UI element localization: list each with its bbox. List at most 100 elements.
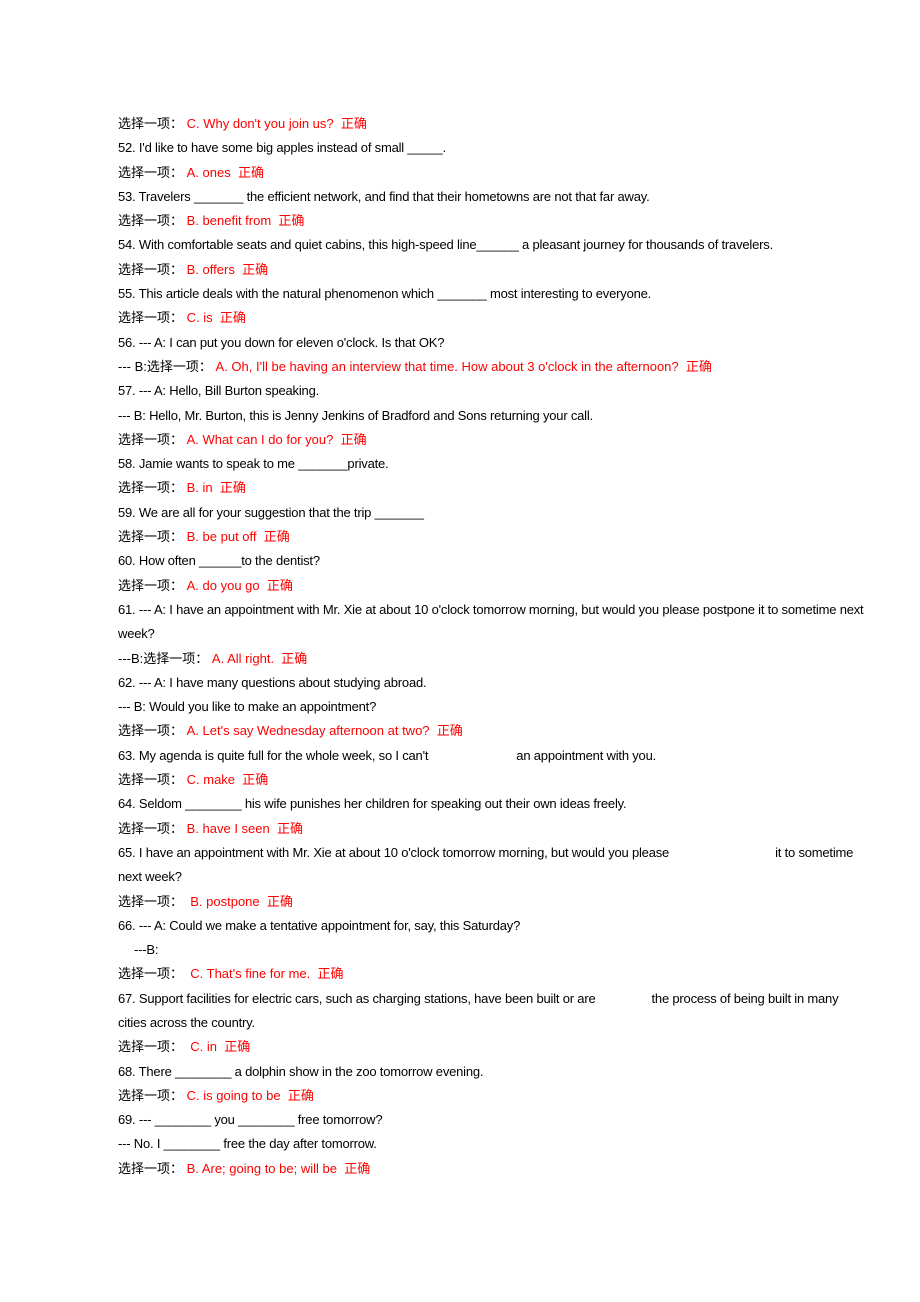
question-text: 64. Seldom ________ his wife punishes he… xyxy=(118,796,627,812)
choice-label: 选择一项： xyxy=(118,116,184,131)
question-text-before: 67. Support facilities for electric cars… xyxy=(118,990,596,1006)
choice-label: 选择一项： xyxy=(146,358,212,374)
answer-57: 选择一项： A. What can I do for you? 正确 xyxy=(118,428,870,452)
correct-mark: 正确 xyxy=(219,310,246,326)
correct-mark: 正确 xyxy=(436,723,463,739)
question-60: 60. How often ______to the dentist? xyxy=(118,549,870,573)
choice-label: 选择一项： xyxy=(118,431,184,447)
selected-answer: B. offers xyxy=(186,261,235,277)
answer-63: 选择一项： C. make 正确 xyxy=(118,768,870,792)
question-text: --- B: Hello, Mr. Burton, this is Jenny … xyxy=(118,407,593,423)
correct-mark: 正确 xyxy=(317,966,344,982)
selected-answer: B. in xyxy=(186,480,213,496)
correct-mark: 正确 xyxy=(224,1039,251,1055)
choice-label: 选择一项： xyxy=(118,261,184,277)
question-54: 54. With comfortable seats and quiet cab… xyxy=(118,233,870,257)
choice-label: 选择一项： xyxy=(118,310,184,326)
choice-label: 选择一项： xyxy=(118,577,184,593)
question-text: 52. I'd like to have some big apples ins… xyxy=(118,140,446,156)
selected-answer: B. benefit from xyxy=(186,213,272,229)
question-text-before: 63. My agenda is quite full for the whol… xyxy=(118,747,429,763)
correct-mark: 正确 xyxy=(219,480,246,496)
selected-answer: A. Oh, I'll be having an interview that … xyxy=(215,358,679,374)
selected-answer: A. Let's say Wednesday afternoon at two? xyxy=(186,723,430,739)
answer-65: 选择一项： B. postpone 正确 xyxy=(118,890,870,914)
selected-answer: A. do you go xyxy=(186,577,260,593)
correct-mark: 正确 xyxy=(277,820,304,836)
answer-66: 选择一项： C. That's fine for me. 正确 xyxy=(118,962,870,986)
selected-answer: C. That's fine for me. xyxy=(190,966,311,982)
question-58: 58. Jamie wants to speak to me _______pr… xyxy=(118,452,870,476)
question-65: 65. I have an appointment with Mr. Xie a… xyxy=(118,841,870,890)
selected-answer: C. Why don't you join us? xyxy=(186,116,334,131)
correct-mark: 正确 xyxy=(340,116,367,131)
question-text: 66. --- A: Could we make a tentative app… xyxy=(118,917,521,933)
question-69: 69. --- ________ you ________ free tomor… xyxy=(118,1108,870,1132)
question-text: ---B: xyxy=(134,942,159,958)
choice-label: 选择一项： xyxy=(118,164,184,180)
question-67: 67. Support facilities for electric cars… xyxy=(118,987,870,1036)
answer-56: --- B:选择一项： A. Oh, I'll be having an int… xyxy=(118,355,870,379)
question-text: 62. --- A: I have many questions about s… xyxy=(118,674,427,690)
correct-mark: 正确 xyxy=(266,893,293,909)
correct-mark: 正确 xyxy=(340,431,367,447)
question-text: 55. This article deals with the natural … xyxy=(118,286,652,302)
choice-label: 选择一项： xyxy=(118,480,184,496)
question-56: 56. --- A: I can put you down for eleven… xyxy=(118,331,870,355)
choice-label: 选择一项： xyxy=(118,966,184,982)
question-62: 62. --- A: I have many questions about s… xyxy=(118,671,870,695)
answer-59: 选择一项： B. be put off 正确 xyxy=(118,525,870,549)
question-53: 53. Travelers _______ the efficient netw… xyxy=(118,185,870,209)
correct-mark: 正确 xyxy=(263,529,290,545)
question-text: 68. There ________ a dolphin show in the… xyxy=(118,1063,484,1079)
question-59: 59. We are all for your suggestion that … xyxy=(118,501,870,525)
selected-answer: C. in xyxy=(190,1039,217,1055)
answer-61: ---B:选择一项： A. All right. 正确 xyxy=(118,647,870,671)
answer-68: 选择一项： C. is going to be 正确 xyxy=(118,1084,870,1108)
question-66: 66. --- A: Could we make a tentative app… xyxy=(118,914,870,938)
question-57: 57. --- A: Hello, Bill Burton speaking. xyxy=(118,379,870,403)
correct-mark: 正确 xyxy=(242,772,269,788)
choice-label: 选择一项： xyxy=(118,893,184,909)
answer-53: 选择一项： B. benefit from 正确 xyxy=(118,209,870,233)
answer-blank-space xyxy=(428,744,516,768)
selected-answer: B. have I seen xyxy=(186,820,270,836)
answer-55: 选择一项： C. is 正确 xyxy=(118,306,870,330)
correct-mark: 正确 xyxy=(278,213,305,229)
correct-mark: 正确 xyxy=(237,164,264,180)
question-69b: --- No. I ________ free the day after to… xyxy=(118,1132,870,1156)
selected-answer: A. ones xyxy=(186,164,231,180)
selected-answer: B. be put off xyxy=(186,529,257,545)
question-68: 68. There ________ a dolphin show in the… xyxy=(118,1060,870,1084)
correct-mark: 正确 xyxy=(242,261,269,277)
question-text: 54. With comfortable seats and quiet cab… xyxy=(118,237,773,253)
answer-69: 选择一项： B. Are; going to be; will be 正确 xyxy=(118,1157,870,1181)
answer-67: 选择一项： C. in 正确 xyxy=(118,1035,870,1059)
question-61: 61. --- A: I have an appointment with Mr… xyxy=(118,598,870,647)
question-text: 53. Travelers _______ the efficient netw… xyxy=(118,188,650,204)
selected-answer: B. Are; going to be; will be xyxy=(186,1160,337,1176)
dialog-prefix: ---B: xyxy=(118,650,144,666)
question-text: 69. --- ________ you ________ free tomor… xyxy=(118,1112,383,1128)
question-57b: --- B: Hello, Mr. Burton, this is Jenny … xyxy=(118,404,870,428)
answer-64: 选择一项： B. have I seen 正确 xyxy=(118,817,870,841)
dialog-prefix: --- B: xyxy=(118,358,147,374)
question-text: --- B: Would you like to make an appoint… xyxy=(118,699,377,715)
choice-label: 选择一项： xyxy=(118,723,184,739)
question-text: 56. --- A: I can put you down for eleven… xyxy=(118,334,445,350)
answer-52: 选择一项： A. ones 正确 xyxy=(118,161,870,185)
correct-mark: 正确 xyxy=(344,1160,371,1176)
choice-label: 选择一项： xyxy=(118,213,184,229)
question-text: 59. We are all for your suggestion that … xyxy=(118,504,424,520)
correct-mark: 正确 xyxy=(287,1087,314,1103)
question-62b: --- B: Would you like to make an appoint… xyxy=(118,695,870,719)
choice-label: 选择一项： xyxy=(118,820,184,836)
question-text-before: 65. I have an appointment with Mr. Xie a… xyxy=(118,844,670,860)
choice-label: 选择一项： xyxy=(118,529,184,545)
question-63: 63. My agenda is quite full for the whol… xyxy=(118,744,870,768)
question-text-after: an appointment with you. xyxy=(516,747,657,763)
choice-label: 选择一项： xyxy=(118,772,184,788)
answer-60: 选择一项： A. do you go 正确 xyxy=(118,574,870,598)
question-text: 60. How often ______to the dentist? xyxy=(118,553,320,569)
question-66b: ---B: xyxy=(118,938,870,962)
